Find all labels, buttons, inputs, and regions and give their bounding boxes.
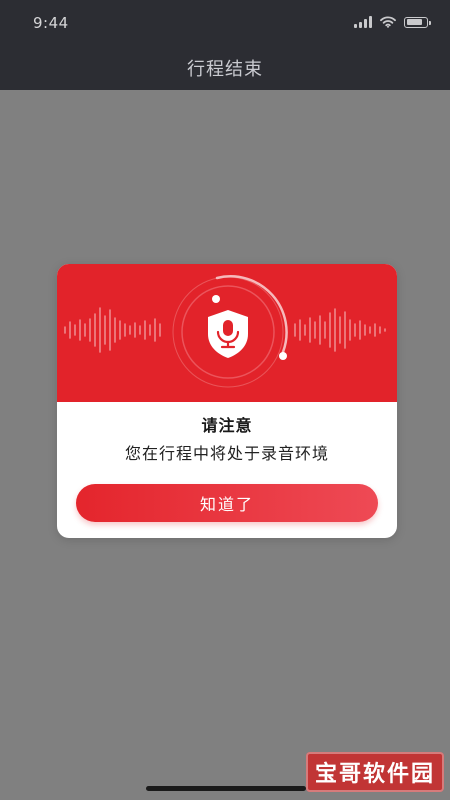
confirm-button[interactable]: 知道了 [76, 484, 378, 522]
status-icons [354, 16, 431, 28]
battery-icon [404, 16, 431, 28]
dialog-title: 请注意 [201, 416, 253, 435]
sound-wave-left [64, 307, 161, 353]
microphone-shield-icon [208, 310, 248, 358]
dialog-header [57, 264, 397, 402]
sound-wave-right [294, 308, 386, 352]
recording-notice-dialog: 请注意 您在行程中将处于录音环境 知道了 [57, 264, 397, 538]
dialog-header-graphic [64, 275, 386, 388]
page-title: 行程结束 [187, 59, 263, 80]
home-indicator[interactable] [146, 786, 306, 791]
dialog-message: 您在行程中将处于录音环境 [124, 444, 329, 463]
wifi-icon [380, 16, 396, 28]
watermark-logo: 宝哥软件园 [306, 752, 444, 792]
signal-icon [354, 16, 372, 28]
status-bar: 9:44 [0, 0, 450, 46]
nav-bar: 行程结束 [0, 46, 450, 90]
status-time: 9:44 [33, 14, 69, 32]
